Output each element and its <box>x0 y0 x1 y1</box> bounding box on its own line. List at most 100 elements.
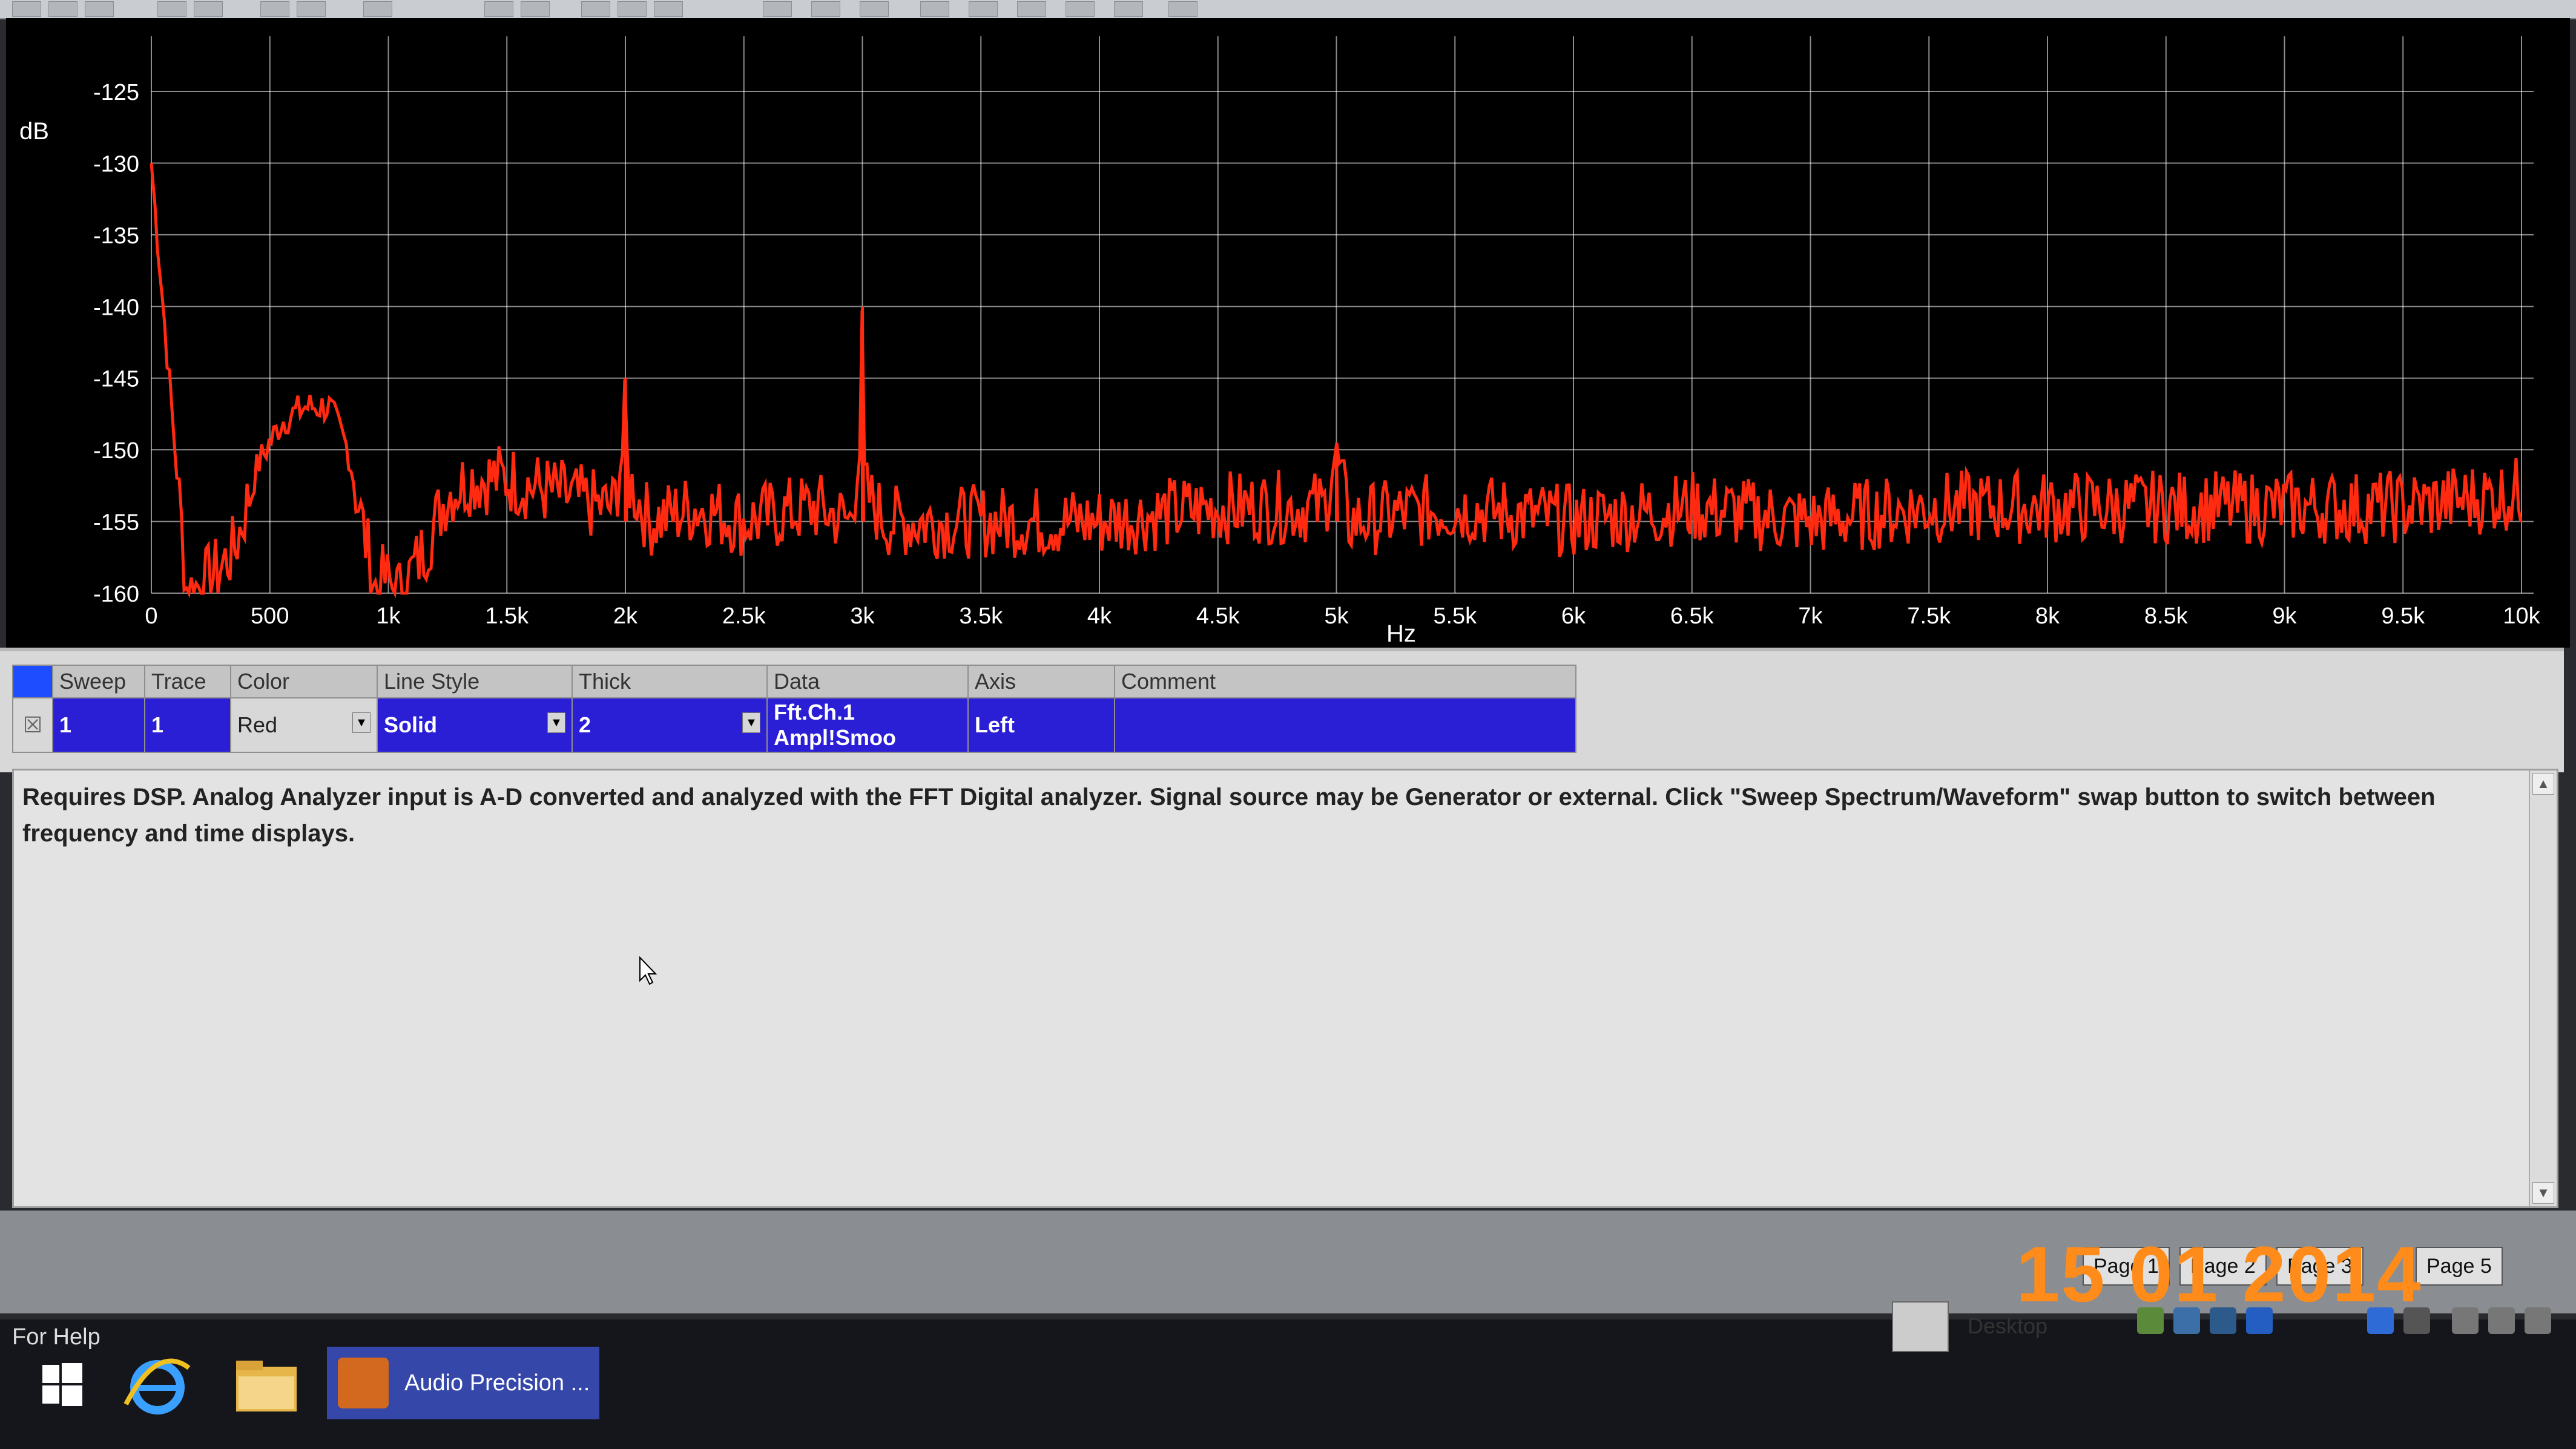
cell-data[interactable]: Fft.Ch.1 Ampl!Smoo <box>766 697 969 753</box>
cell-thick[interactable]: 2 ▼ <box>572 697 768 753</box>
tray-network-icon[interactable] <box>2137 1307 2164 1334</box>
tray-display-icon[interactable] <box>2210 1307 2236 1334</box>
cell-color-value: Red <box>237 712 278 737</box>
y-tick-label: -140 <box>93 295 139 320</box>
cell-comment[interactable] <box>1114 697 1576 753</box>
col-header-trace[interactable]: Trace <box>144 665 231 698</box>
trace-settings-area: Sweep Trace Color Line Style Thick Data … <box>0 648 2564 772</box>
vertical-scrollbar[interactable]: ▲ ▼ <box>2529 770 2557 1206</box>
x-tick-label: 1.5k <box>485 603 529 629</box>
toolbar-button[interactable] <box>860 1 889 17</box>
x-tick-label: 2k <box>613 603 638 629</box>
fft-graph-panel[interactable]: -125 -130 -135 -140 -145 -150 -155 -160 0 500 1k 1… <box>6 18 2570 648</box>
page-tab-5[interactable]: Page 5 <box>2416 1247 2503 1286</box>
toolbar-button[interactable] <box>1017 1 1046 17</box>
tray-battery-icon[interactable] <box>2452 1307 2479 1334</box>
fft-plot[interactable]: -125 -130 -135 -140 -145 -150 -155 -160 0 500 1k 1… <box>6 18 2570 648</box>
col-header-axis[interactable]: Axis <box>967 665 1115 698</box>
col-header-sweep[interactable]: Sweep <box>52 665 145 698</box>
line-style-dropdown-icon[interactable]: ▼ <box>547 712 565 733</box>
row-selector-header[interactable] <box>12 665 53 698</box>
toolbar-button[interactable] <box>85 1 114 17</box>
tray-keyboard-layout-icon[interactable] <box>2403 1307 2430 1334</box>
taskbar-app-label: Audio Precision ... <box>404 1370 590 1396</box>
desktop-toolbar-label[interactable]: Desktop <box>1968 1313 2047 1339</box>
toolbar-button[interactable] <box>1168 1 1197 17</box>
toolbar-button[interactable] <box>194 1 223 17</box>
cell-thick-value: 2 <box>579 712 591 737</box>
y-tick-label: -125 <box>93 80 139 105</box>
col-header-data[interactable]: Data <box>766 665 969 698</box>
toolbar <box>0 0 2576 19</box>
description-text[interactable]: Requires DSP. Analog Analyzer input is A… <box>22 779 2444 852</box>
x-axis-unit-label: Hz <box>1386 620 1416 647</box>
toolbar-button[interactable] <box>297 1 326 17</box>
x-tick-label: 9.5k <box>2381 603 2425 629</box>
y-tick-label: -130 <box>93 151 139 177</box>
toolbar-button[interactable] <box>920 1 949 17</box>
cell-trace[interactable]: 1 <box>144 697 231 753</box>
x-tick-label: 500 <box>251 603 289 629</box>
cell-line-style-value: Solid <box>384 712 437 737</box>
cell-color[interactable]: Red ▼ <box>230 697 378 753</box>
tray-signal-icon[interactable] <box>2488 1307 2515 1334</box>
file-explorer-icon[interactable] <box>224 1350 309 1422</box>
tray-app-icon[interactable] <box>2246 1307 2273 1334</box>
x-tick-label: 10k <box>2503 603 2540 629</box>
thick-dropdown-icon[interactable]: ▼ <box>742 712 760 733</box>
toolbar-button[interactable] <box>157 1 186 17</box>
x-tick-label: 8k <box>2035 603 2060 629</box>
cell-line-style[interactable]: Solid ▼ <box>377 697 573 753</box>
windows-start-icon[interactable] <box>18 1350 103 1422</box>
toolbar-button[interactable] <box>260 1 289 17</box>
color-dropdown-icon[interactable]: ▼ <box>352 712 371 733</box>
toolbar-button[interactable] <box>654 1 683 17</box>
row-enable-checkbox[interactable]: ☒ <box>12 697 53 753</box>
trace-row[interactable]: ☒ 1 1 Red ▼ Solid ▼ 2 ▼ Fft.Ch.1 Ampl!Sm… <box>12 697 1576 753</box>
internet-explorer-icon[interactable] <box>115 1350 200 1422</box>
y-tick-label: -155 <box>93 510 139 536</box>
x-tick-label: 7.5k <box>1907 603 1951 629</box>
trace-table-header-row: Sweep Trace Color Line Style Thick Data … <box>12 665 1576 698</box>
y-tick-label: -135 <box>93 223 139 249</box>
toolbar-button[interactable] <box>48 1 77 17</box>
col-header-line-style[interactable]: Line Style <box>377 665 573 698</box>
x-tick-label: 9k <box>2272 603 2297 629</box>
scroll-up-icon[interactable]: ▲ <box>2532 773 2554 795</box>
y-tick-label: -145 <box>93 367 139 392</box>
x-tick-label: 4.5k <box>1196 603 1240 629</box>
x-tick-label: 4k <box>1087 603 1112 629</box>
toolbar-button[interactable] <box>581 1 610 17</box>
audio-precision-icon <box>338 1358 389 1408</box>
toolbar-button[interactable] <box>12 1 41 17</box>
trace-table[interactable]: Sweep Trace Color Line Style Thick Data … <box>12 665 1576 753</box>
tray-volume-icon[interactable] <box>2525 1307 2551 1334</box>
description-panel[interactable]: Requires DSP. Analog Analyzer input is A… <box>12 769 2558 1208</box>
col-header-thick[interactable]: Thick <box>572 665 768 698</box>
touch-keyboard-icon[interactable] <box>1892 1301 1949 1352</box>
toolbar-button[interactable] <box>811 1 840 17</box>
cell-sweep[interactable]: 1 <box>52 697 145 753</box>
x-tick-label: 7k <box>1798 603 1823 629</box>
col-header-color[interactable]: Color <box>230 665 378 698</box>
toolbar-button[interactable] <box>521 1 550 17</box>
tray-bluetooth-icon[interactable] <box>2367 1307 2394 1334</box>
x-tick-label: 3k <box>850 603 875 629</box>
toolbar-button[interactable] <box>969 1 998 17</box>
y-axis-unit-label: dB <box>19 118 49 145</box>
toolbar-button[interactable] <box>363 1 392 17</box>
taskbar-audio-precision-button[interactable]: Audio Precision ... <box>327 1347 599 1419</box>
y-tick-label: -150 <box>93 438 139 464</box>
toolbar-button[interactable] <box>1114 1 1143 17</box>
scroll-down-icon[interactable]: ▼ <box>2532 1182 2554 1204</box>
camera-date-stamp: 15 01 2014 <box>2016 1230 2422 1318</box>
col-header-comment[interactable]: Comment <box>1114 665 1576 698</box>
tray-monitor-icon[interactable] <box>2173 1307 2200 1334</box>
toolbar-button[interactable] <box>618 1 647 17</box>
toolbar-button[interactable] <box>1066 1 1095 17</box>
status-help-text: For Help <box>12 1324 100 1350</box>
x-tick-label: 6.5k <box>1670 603 1715 629</box>
cell-axis[interactable]: Left <box>967 697 1115 753</box>
toolbar-button[interactable] <box>763 1 792 17</box>
toolbar-button[interactable] <box>484 1 513 17</box>
